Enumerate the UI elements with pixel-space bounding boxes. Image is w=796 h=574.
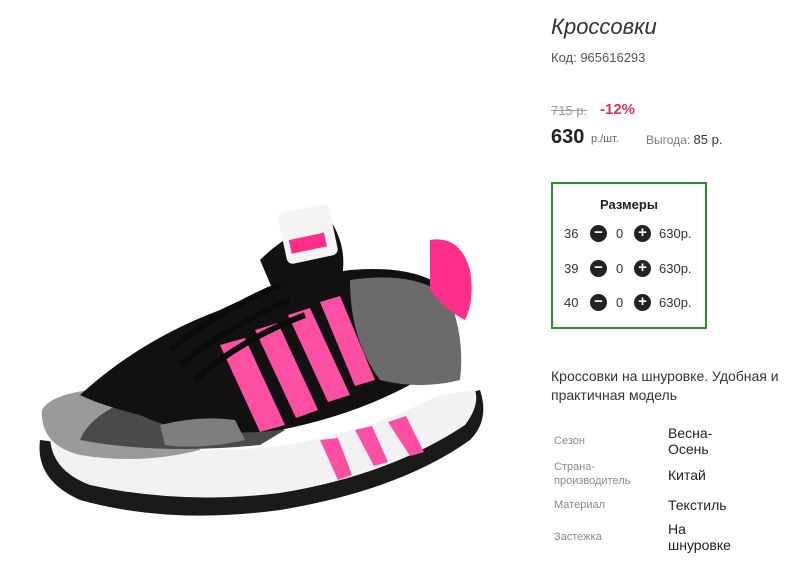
product-photo	[39, 204, 484, 516]
plus-icon[interactable]: +	[634, 260, 651, 277]
product-code: Код: 965616293	[551, 50, 646, 65]
plus-icon[interactable]: +	[634, 225, 651, 242]
quantity-value: 0	[616, 295, 624, 310]
quantity-value: 0	[616, 261, 624, 276]
size-price: 630р.	[659, 295, 692, 310]
price-unit: р./шт.	[591, 133, 619, 145]
size-value: 39	[564, 261, 579, 276]
spec-label: Материал	[554, 499, 605, 511]
spec-label: Сезон	[554, 435, 585, 447]
size-value: 36	[564, 226, 579, 241]
discount-badge: -12%	[600, 101, 636, 118]
savings-label: Выгода:	[646, 133, 691, 147]
sizes-panel: Размеры 36 − 0 + 630р. 39 − 0 + 630р. 40…	[551, 182, 707, 329]
old-price: 715 р.	[551, 103, 588, 118]
minus-icon[interactable]: −	[590, 260, 607, 277]
spec-value: Весна- Осень	[668, 425, 713, 457]
spec-value: Китай	[668, 467, 706, 483]
minus-icon[interactable]: −	[590, 294, 607, 311]
spec-value: На шнуровке	[668, 521, 731, 553]
plus-icon[interactable]: +	[634, 294, 651, 311]
size-value: 40	[564, 295, 579, 310]
sizes-title: Размеры	[600, 197, 658, 212]
size-row: 36 − 0 + 630р.	[553, 224, 705, 244]
quantity-value: 0	[616, 226, 624, 241]
current-price: 630	[551, 126, 585, 148]
savings: Выгода: 85 р.	[646, 132, 722, 147]
minus-icon[interactable]: −	[590, 225, 607, 242]
size-row: 40 − 0 + 630р.	[553, 293, 705, 313]
product-description: Кроссовки на шнуровке. Удобная и практич…	[551, 368, 779, 403]
spec-label: Застежка	[554, 531, 602, 543]
size-row: 39 − 0 + 630р.	[553, 259, 705, 279]
size-price: 630р.	[659, 226, 692, 241]
spec-label: Страна- производитель	[554, 461, 631, 487]
spec-value: Текстиль	[668, 497, 727, 513]
savings-value: 85 р.	[693, 132, 723, 147]
size-price: 630р.	[659, 261, 692, 276]
product-title: Кроссовки	[551, 14, 657, 39]
